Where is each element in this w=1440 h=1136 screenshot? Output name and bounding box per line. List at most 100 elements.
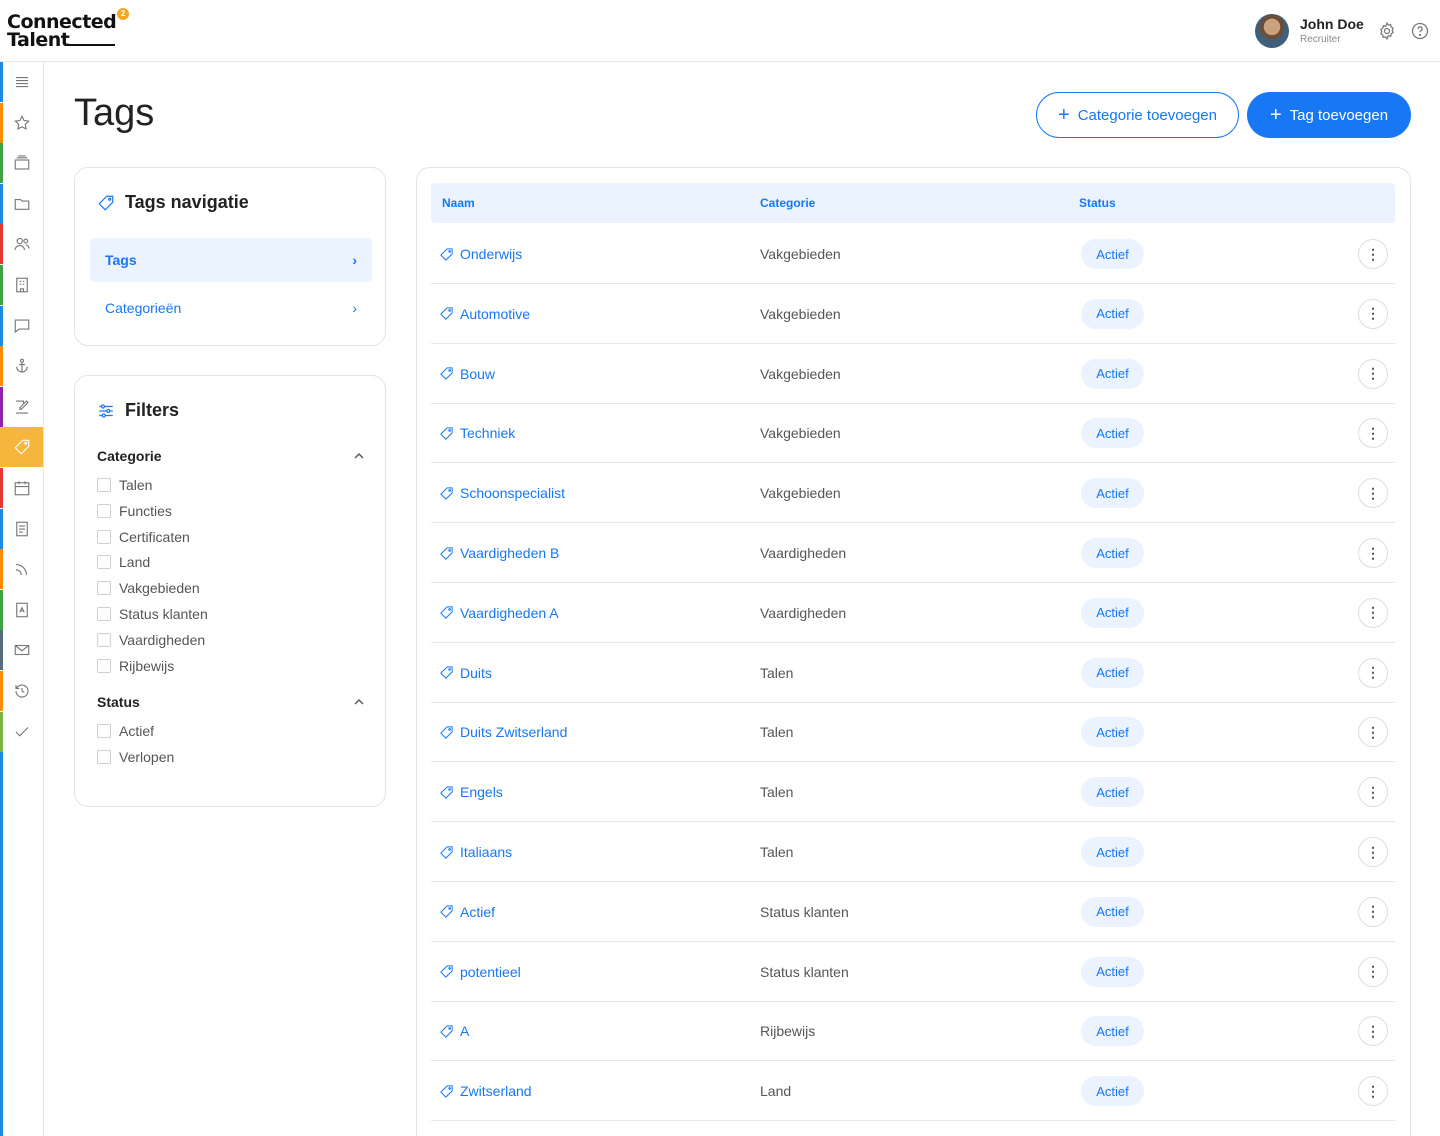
filter-checkbox[interactable] <box>97 749 111 764</box>
tag-name-link[interactable]: Duits <box>439 643 492 703</box>
tag-name-link[interactable]: A <box>439 1001 469 1061</box>
more-options-icon[interactable]: ⋮ <box>1358 538 1388 568</box>
filter-option-status[interactable]: Verlopen <box>97 749 174 765</box>
filter-option-status[interactable]: Actief <box>97 723 154 739</box>
tag-name-link[interactable]: Actief <box>439 882 495 942</box>
filter-checkbox[interactable] <box>97 607 111 621</box>
table-row[interactable]: Zwitserland Land Actief ⋮ <box>431 1061 1395 1122</box>
filter-checkbox[interactable] <box>97 478 111 492</box>
sidebar-item-chat[interactable] <box>0 305 43 346</box>
tag-name-link[interactable]: Vaardigheden B <box>439 523 559 583</box>
sidebar-item-pdf[interactable] <box>0 589 43 630</box>
filter-checkbox[interactable] <box>97 555 111 570</box>
sidebar-item-rss[interactable] <box>0 549 43 590</box>
rail-color-segment <box>0 305 3 346</box>
avatar[interactable] <box>1255 14 1289 48</box>
table-row[interactable]: Onderwijs Vakgebieden Actief ⋮ <box>431 224 1395 284</box>
more-options-icon[interactable]: ⋮ <box>1358 956 1388 987</box>
filter-checkbox[interactable] <box>97 581 111 596</box>
nav-item-tags[interactable]: Tags › <box>90 238 372 282</box>
table-row[interactable]: A Rijbewijs Actief ⋮ <box>431 1001 1395 1062</box>
user-name[interactable]: John Doe <box>1300 16 1364 32</box>
table-row[interactable]: Bouw Vakgebieden Actief ⋮ <box>431 344 1395 404</box>
sidebar-item-layers[interactable] <box>0 143 43 184</box>
more-options-icon[interactable]: ⋮ <box>1358 478 1388 509</box>
filter-option-categorie[interactable]: Status klanten <box>97 606 208 622</box>
sidebar-item-check[interactable] <box>0 711 43 752</box>
sidebar-item-menu[interactable] <box>0 62 43 102</box>
tag-name-link[interactable]: Onderwijs <box>439 224 522 284</box>
filter-checkbox[interactable] <box>97 632 111 647</box>
sidebar-item-anchor[interactable] <box>0 346 43 387</box>
more-options-icon[interactable]: ⋮ <box>1358 717 1388 748</box>
more-options-icon[interactable]: ⋮ <box>1358 1076 1388 1107</box>
gear-icon[interactable] <box>1377 21 1397 41</box>
tag-name-link[interactable]: Automotive <box>439 284 530 344</box>
sidebar-item-calendar[interactable] <box>0 468 43 508</box>
tag-name-link[interactable]: Vaardigheden A <box>439 583 559 643</box>
filter-option-categorie[interactable]: Vakgebieden <box>97 580 200 596</box>
table-row[interactable]: Schoonspecialist Vakgebieden Actief ⋮ <box>431 463 1395 524</box>
add-category-button[interactable]: + Categorie toevoegen <box>1036 92 1239 138</box>
filter-option-categorie[interactable]: Rijbewijs <box>97 658 174 674</box>
table-row[interactable]: Automotive Vakgebieden Actief ⋮ <box>431 284 1395 344</box>
sidebar-item-edit[interactable] <box>0 386 43 427</box>
filter-checkbox[interactable] <box>97 724 111 738</box>
tag-name-link[interactable]: Duits Zwitserland <box>439 702 567 762</box>
table-row[interactable]: Techniek Vakgebieden Actief ⋮ <box>431 403 1395 464</box>
table-row[interactable]: Vaardigheden B Vaardigheden Actief ⋮ <box>431 523 1395 583</box>
filter-option-categorie[interactable]: Talen <box>97 477 152 493</box>
table-row[interactable]: Engels Talen Actief ⋮ <box>431 762 1395 823</box>
status-badge: Actief <box>1081 896 1144 927</box>
more-options-icon[interactable]: ⋮ <box>1358 657 1388 688</box>
filter-option-categorie[interactable]: Certificaten <box>97 529 190 545</box>
filter-checkbox[interactable] <box>97 658 111 673</box>
table-row[interactable]: Duits Talen Actief ⋮ <box>431 643 1395 703</box>
tag-name-link[interactable]: Schoonspecialist <box>439 463 565 523</box>
more-options-icon[interactable]: ⋮ <box>1358 1016 1388 1047</box>
tag-name-link[interactable]: potentieel <box>439 942 521 1002</box>
column-header-categorie[interactable]: Categorie <box>760 196 815 210</box>
table-row[interactable]: Duits Zwitserland Talen Actief ⋮ <box>431 702 1395 763</box>
tag-name-link[interactable]: Engels <box>439 762 503 822</box>
column-header-status[interactable]: Status <box>1079 196 1116 210</box>
sidebar-item-star[interactable] <box>0 102 43 143</box>
tag-name-link[interactable]: Bouw <box>439 344 495 404</box>
filter-section-status[interactable]: Status <box>97 694 365 710</box>
tag-name-link[interactable]: Zwitserland <box>439 1061 532 1121</box>
more-options-icon[interactable]: ⋮ <box>1358 837 1388 867</box>
sidebar-item-building[interactable] <box>0 265 43 305</box>
more-options-icon[interactable]: ⋮ <box>1358 597 1388 628</box>
sidebar-item-document[interactable] <box>0 508 43 549</box>
filter-option-categorie[interactable]: Vaardigheden <box>97 632 205 648</box>
more-options-icon[interactable]: ⋮ <box>1358 777 1388 808</box>
filter-option-categorie[interactable]: Functies <box>97 503 172 519</box>
more-options-icon[interactable]: ⋮ <box>1358 239 1388 269</box>
sidebar-item-mail[interactable] <box>0 630 43 671</box>
sidebar-item-tag[interactable] <box>0 427 43 468</box>
table-row[interactable]: potentieel Status klanten Actief ⋮ <box>431 942 1395 1002</box>
table-row[interactable]: Vaardigheden A Vaardigheden Actief ⋮ <box>431 583 1395 643</box>
table-row[interactable]: Actief Status klanten Actief ⋮ <box>431 882 1395 942</box>
add-tag-button[interactable]: + Tag toevoegen <box>1247 92 1411 138</box>
tag-name-link[interactable]: Italiaans <box>439 822 512 882</box>
more-options-icon[interactable]: ⋮ <box>1358 418 1388 449</box>
more-options-icon[interactable]: ⋮ <box>1358 298 1388 329</box>
sliders-icon <box>99 403 113 418</box>
nav-item-categorieen[interactable]: Categorieën › <box>90 286 372 330</box>
filter-checkbox[interactable] <box>97 529 111 544</box>
more-options-icon[interactable]: ⋮ <box>1358 896 1388 927</box>
help-icon[interactable] <box>1410 21 1430 41</box>
column-header-naam[interactable]: Naam <box>442 196 475 210</box>
sidebar-item-users[interactable] <box>0 224 43 265</box>
tag-name-link[interactable]: Techniek <box>439 403 515 463</box>
filter-checkbox[interactable] <box>97 503 111 518</box>
table-row[interactable]: Italiaans Talen Actief ⋮ <box>431 822 1395 882</box>
filter-option-categorie[interactable]: Land <box>97 554 150 570</box>
filter-section-categorie[interactable]: Categorie <box>97 448 365 464</box>
connected-talent-logo[interactable]: Connected Talent 2 <box>7 8 129 50</box>
tag-category: Vakgebieden <box>760 305 841 322</box>
sidebar-item-folder[interactable] <box>0 183 43 224</box>
more-options-icon[interactable]: ⋮ <box>1358 358 1388 389</box>
sidebar-item-history[interactable] <box>0 671 43 711</box>
